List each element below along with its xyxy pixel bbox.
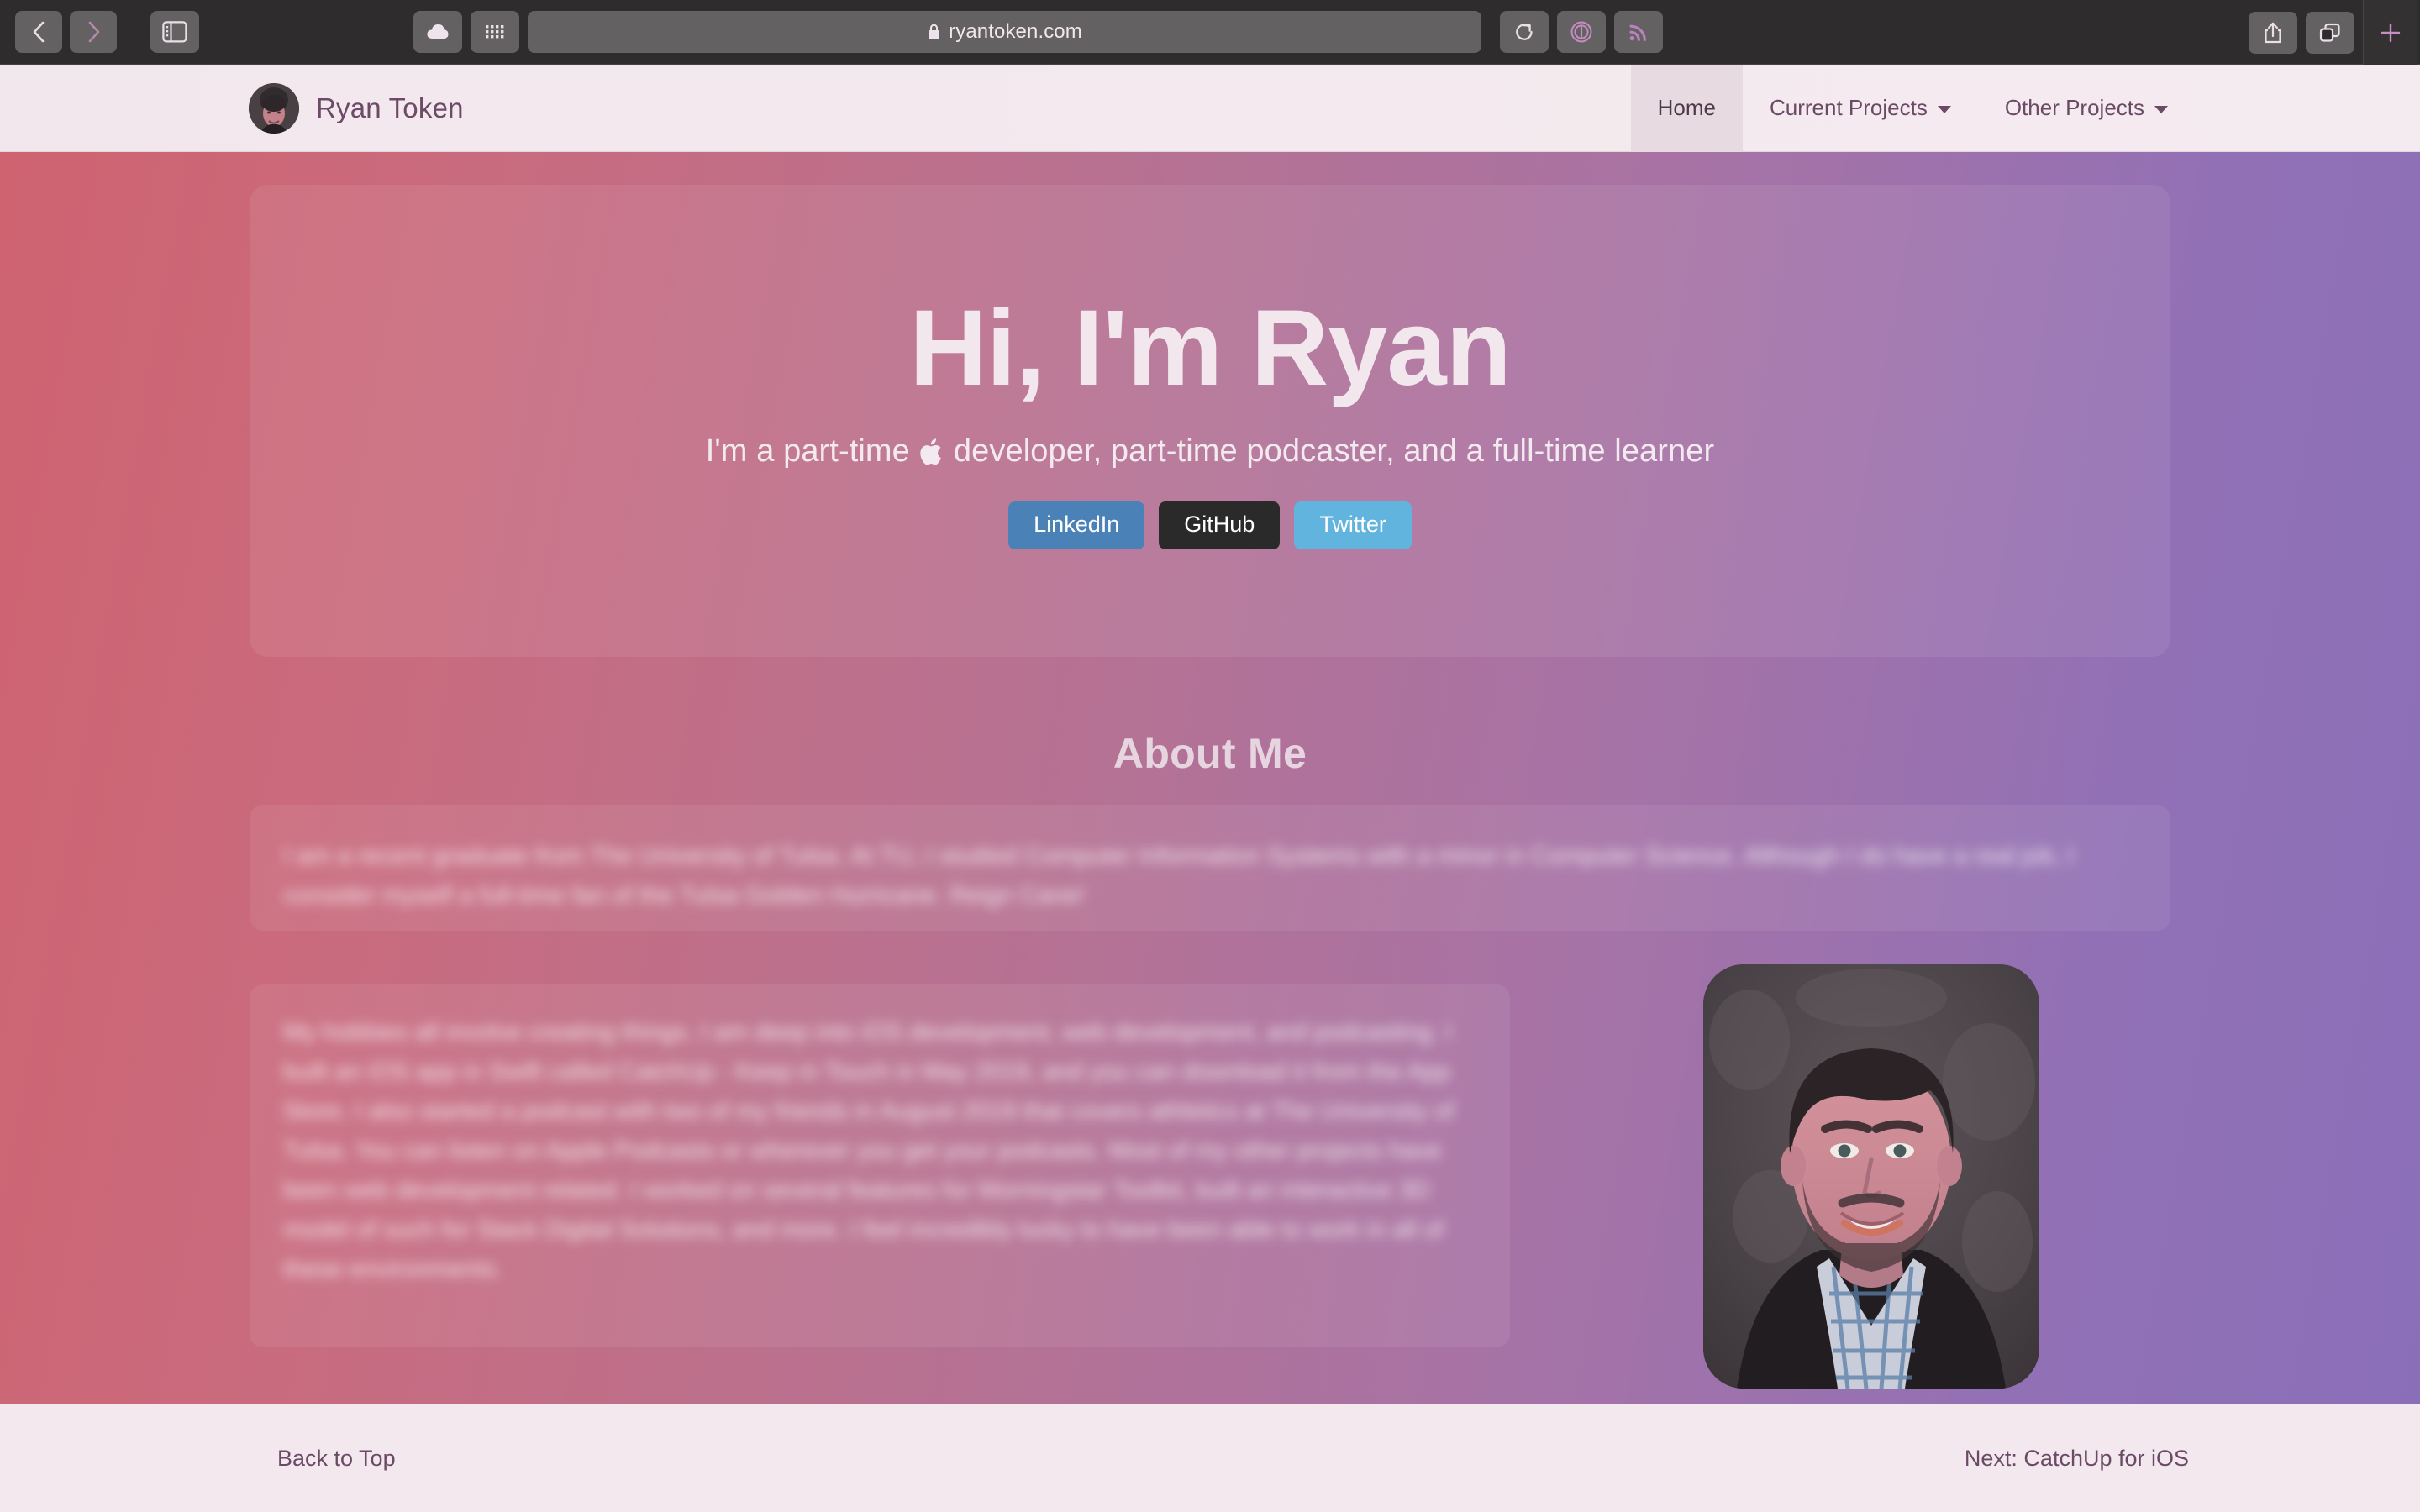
reload-icon — [1516, 24, 1533, 40]
hero-subtitle-before: I'm a part-time — [705, 433, 910, 470]
avatar — [249, 82, 299, 134]
hero-jumbotron: Hi, I'm Ryan I'm a part-time developer, … — [250, 185, 2170, 657]
brand-link[interactable]: Ryan Token — [249, 65, 464, 152]
linkedin-button[interactable]: LinkedIn — [1008, 501, 1145, 550]
back-button[interactable] — [15, 11, 62, 53]
chevron-left-icon — [33, 21, 45, 43]
reader-mode-icon — [1570, 21, 1592, 43]
address-bar-url: ryantoken.com — [949, 20, 1082, 43]
browser-right-controls — [2249, 0, 2420, 65]
browser-page-actions — [1500, 11, 1663, 53]
github-button[interactable]: GitHub — [1159, 501, 1281, 550]
nav-link-current-projects-label: Current Projects — [1769, 95, 1928, 120]
portrait-container — [1703, 964, 2039, 1389]
hero-social-buttons: LinkedIn GitHub Twitter — [1008, 501, 1412, 550]
nav-link-home[interactable]: Home — [1630, 64, 1743, 152]
sidebar-button[interactable] — [150, 11, 199, 53]
content-container: Hi, I'm Ryan I'm a part-time developer, … — [250, 185, 2170, 1389]
avatar-photo-icon — [249, 82, 299, 134]
twitter-button[interactable]: Twitter — [1294, 501, 1412, 550]
browser-toolbar: ryantoken.com — [0, 0, 2420, 65]
grid-icon — [486, 25, 504, 39]
share-icon — [2265, 22, 2281, 43]
about-heading: About Me — [1113, 730, 1307, 777]
chevron-down-icon — [2154, 106, 2168, 113]
nav-link-current-projects[interactable]: Current Projects — [1743, 65, 1978, 152]
back-to-top-link[interactable]: Back to Top — [277, 1446, 396, 1472]
about-paragraph-two: My hobbies all involve creating things. … — [283, 1019, 1455, 1283]
about-paragraph-one: I am a recent graduate from The Universi… — [283, 843, 2075, 909]
browser-nav-controls — [0, 11, 199, 53]
nav-link-other-projects-label: Other Projects — [2004, 95, 2144, 120]
chevron-down-icon — [1937, 106, 1951, 113]
page-title: Hi, I'm Ryan — [909, 287, 1511, 408]
about-row: My hobbies all involve creating things. … — [250, 958, 2170, 1389]
brand-name: Ryan Token — [316, 92, 464, 123]
icloud-icon — [427, 24, 449, 39]
tab-overview-icon — [2319, 23, 2340, 42]
new-tab-button[interactable] — [2363, 0, 2417, 65]
reader-mode-button[interactable] — [1557, 11, 1606, 53]
portrait-photo — [1703, 964, 2039, 1389]
icloud-button[interactable] — [413, 11, 462, 53]
plus-icon — [2381, 23, 2400, 42]
rss-icon — [1629, 24, 1646, 42]
forward-button[interactable] — [70, 11, 117, 53]
hero-subtitle-after: developer, part-time podcaster, and a fu… — [953, 433, 1715, 470]
hero-subtitle: I'm a part-time developer, part-time pod… — [706, 433, 1714, 470]
portrait-image-icon — [1703, 964, 2039, 1389]
about-panel-two: My hobbies all involve creating things. … — [250, 984, 1510, 1347]
site-footer: Back to Top Next: CatchUp for iOS — [0, 1404, 2420, 1512]
site-navbar: Ryan Token Home Current Projects Other P… — [0, 64, 2420, 152]
nav-link-home-label: Home — [1657, 95, 1716, 120]
about-panel-one: I am a recent graduate from The Universi… — [250, 805, 2170, 931]
reload-button[interactable] — [1500, 11, 1549, 53]
next-page-link[interactable]: Next: CatchUp for iOS — [1965, 1446, 2189, 1472]
nav-link-other-projects[interactable]: Other Projects — [1978, 65, 2195, 152]
browser-address-area: ryantoken.com — [413, 11, 1663, 53]
nav-links: Home Current Projects Other Projects — [1630, 64, 2195, 152]
chevron-right-icon — [88, 21, 100, 43]
rss-button[interactable] — [1614, 11, 1663, 53]
sidebar-icon — [162, 21, 187, 43]
page-body: Hi, I'm Ryan I'm a part-time developer, … — [0, 152, 2420, 1512]
share-button[interactable] — [2249, 11, 2297, 54]
tab-overview-button[interactable] — [2306, 11, 2354, 54]
address-bar[interactable]: ryantoken.com — [528, 11, 1481, 53]
apple-logo-icon — [919, 436, 944, 468]
lock-icon — [929, 24, 940, 39]
apps-grid-button[interactable] — [471, 11, 519, 53]
